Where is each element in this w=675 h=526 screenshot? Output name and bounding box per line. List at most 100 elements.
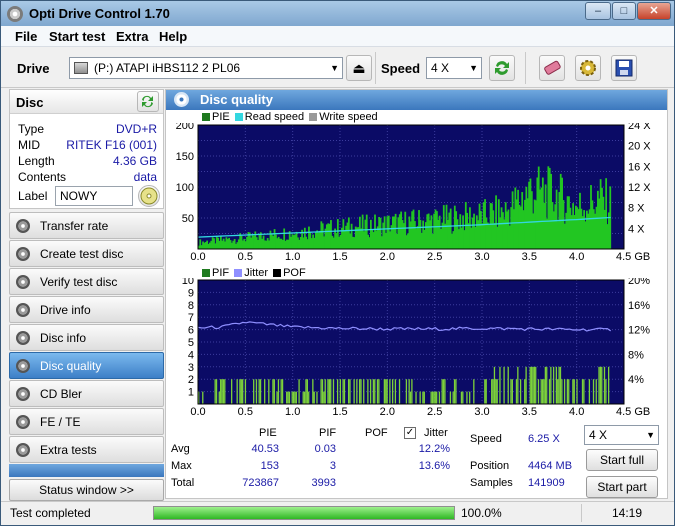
pif-bar [484,379,486,404]
avg-jitter: 12.2% [418,443,450,455]
save-button[interactable] [611,55,637,81]
start-part-button[interactable]: Start part [586,476,658,498]
nav-verify-test-disc[interactable]: Verify test disc [9,268,164,295]
pif-bar [220,379,222,404]
pif-bar [389,379,391,404]
pif-swatch [202,269,210,278]
pif-bar [462,391,464,404]
disc-refresh-button[interactable] [137,91,159,112]
pif-bar [356,379,358,404]
speed-label: Speed [381,61,421,76]
x-tick-label: 2.5 [427,406,442,418]
pif-bar [444,379,446,404]
minimize-button[interactable]: – [585,2,611,20]
nav-extra-tests[interactable]: Extra tests [9,436,164,463]
pif-bar [492,379,494,404]
speed-select[interactable]: 4 X ▼ [426,57,482,79]
menu-start-test[interactable]: Start test [49,29,105,44]
y2-tick-label: 20% [628,278,650,287]
jitter-checkbox[interactable]: ✓ [404,427,416,439]
pif-bar [374,379,376,404]
pif-bar [332,379,335,404]
eject-icon: ⏏ [352,60,366,76]
close-button[interactable]: ✕ [637,2,671,20]
pif-bar [544,366,547,404]
pif-bar [221,379,223,404]
drive-select[interactable]: (P:) ATAPI iHBS112 2 PL06 ▼ [69,57,343,79]
nav-disc-quality[interactable]: Disc quality [9,352,164,379]
refresh-button[interactable] [489,55,515,81]
nav-drive-info[interactable]: Drive info [9,296,164,323]
menu-extra[interactable]: Extra [116,29,149,44]
pif-bar [452,391,454,404]
disc-label-button[interactable] [138,185,160,207]
max-pif: 3 [329,460,336,472]
max-jitter: 13.6% [418,460,450,472]
pif-bar [599,366,602,404]
pif-bar [385,379,387,404]
pif-bar [595,379,597,404]
pif-bar [342,379,344,404]
disc-label-input[interactable]: NOWY [55,186,133,206]
progress-text: 100.0% [461,506,502,520]
pif-bar [405,379,408,404]
y-tick-label: 2 [188,374,194,386]
nav-fe-te[interactable]: FE / TE [9,408,164,435]
y2-tick-label: 8% [628,349,644,361]
menu-help[interactable]: Help [159,29,187,44]
pif-bar [218,391,220,404]
pif-bar [264,379,266,404]
col-pif: PIF [319,427,337,439]
settings-button[interactable] [575,55,601,81]
y-tick-label: 150 [176,151,194,163]
toolbar-divider [375,52,376,84]
refresh-icon [142,95,153,108]
sidebar: Disc Type DVD+R MID RITEK F16 (001) Leng… [9,89,164,501]
pif-bar [372,379,375,404]
nav-transfer-rate[interactable]: Transfer rate [9,212,164,239]
maximize-button[interactable]: □ [612,2,636,20]
pif-bar [576,379,578,404]
pif-bar [394,379,397,404]
pif-bar [330,379,332,404]
y-tick-label: 200 [176,123,194,132]
disc-info-panel: Disc Type DVD+R MID RITEK F16 (001) Leng… [9,89,164,209]
status-window-button[interactable]: Status window >> [9,479,164,501]
nav-cd-bler[interactable]: CD Bler [9,380,164,407]
pif-bar [434,391,436,404]
y-tick-label: 6 [188,325,194,337]
progress-fill [154,507,454,519]
y2-tick-label: 20 X [628,141,651,153]
disc-contents-key: Contents [18,170,67,184]
pif-bar [603,366,606,404]
disc-icon [16,303,30,317]
disc-icon [16,219,30,233]
pif-bar [236,379,238,404]
disc-quality-panel: Disc quality PIE Read speed Write speed … [165,89,668,499]
max-label: Max [171,460,192,472]
pif-bar [328,379,331,404]
pie-swatch [202,113,210,122]
y-tick-label: 8 [188,300,194,312]
pif-bar [555,366,558,404]
y-tick-label: 100 [176,182,194,194]
y-tick-label: 10 [182,278,194,287]
y2-tick-label: 4 X [628,223,645,235]
x-tick-label: 0.0 [190,406,205,418]
y-tick-label: 1 [188,387,194,399]
start-full-button[interactable]: Start full [586,449,658,471]
pif-bar [548,379,551,404]
nav-disc-info[interactable]: Disc info [9,324,164,351]
quality-stats: PIE PIF POF ✓ Jitter Avg 40.53 0.03 12.2… [166,423,667,499]
max-pie: 153 [260,460,279,472]
pif-bar [411,379,413,404]
test-speed-select[interactable]: 4 X ▼ [584,425,659,445]
nav-label: Drive info [40,303,91,317]
menu-file[interactable]: File [15,29,37,44]
nav-create-test-disc[interactable]: Create test disc [9,240,164,267]
pif-bar [550,366,552,404]
eject-button[interactable]: ⏏ [346,55,372,81]
erase-button[interactable] [539,55,565,81]
pif-bar [431,391,434,404]
pif-bar [376,379,379,404]
